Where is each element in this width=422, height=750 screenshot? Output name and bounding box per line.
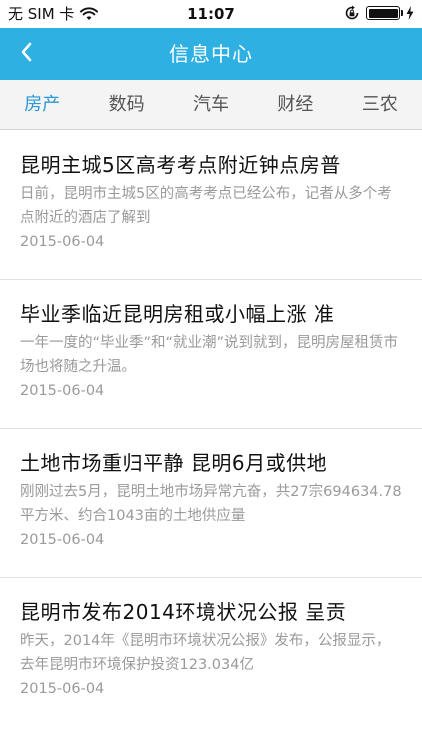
news-date: 2015-06-04 xyxy=(20,234,105,250)
news-summary: 日前，昆明市主城5区的高考考点已经公布，记者从多个考点附近的酒店了解到 xyxy=(20,186,392,226)
tab-real-estate[interactable]: 房产 xyxy=(0,80,84,129)
status-right xyxy=(344,5,414,21)
news-title: 土地市场重归平静 昆明6月或供地 xyxy=(20,451,328,475)
news-title: 昆明市发布2014环境状况公报 呈贡 xyxy=(20,600,347,624)
tab-auto[interactable]: 汽车 xyxy=(169,80,253,129)
list-item[interactable]: 毕业季临近昆明房租或小幅上涨 准 一年一度的“毕业季”和“就业潮”说到就到，昆明… xyxy=(0,279,422,428)
tab-agriculture[interactable]: 三农 xyxy=(338,80,422,129)
category-tabs: 房产 数码 汽车 财经 三农 xyxy=(0,80,422,130)
news-date: 2015-06-04 xyxy=(20,532,105,548)
status-bar: 无 SIM 卡 11:07 xyxy=(0,0,422,28)
news-title: 昆明主城5区高考考点附近钟点房普 xyxy=(20,153,341,177)
news-summary: 昨天，2014年《昆明市环境状况公报》发布，公报显示，去年昆明市环境保护投资12… xyxy=(20,633,391,673)
news-summary: 刚刚过去5月，昆明土地市场异常亢奋，共27宗694634.78平方米、约合104… xyxy=(20,484,402,524)
list-item[interactable]: 昆明主城5区高考考点附近钟点房普 日前，昆明市主城5区的高考考点已经公布，记者从… xyxy=(0,130,422,279)
battery-icon xyxy=(366,6,403,20)
news-list: 昆明主城5区高考考点附近钟点房普 日前，昆明市主城5区的高考考点已经公布，记者从… xyxy=(0,130,422,726)
news-summary: 一年一度的“毕业季”和“就业潮”说到就到，昆明房屋租赁市场也将随之升温。 xyxy=(20,335,399,375)
news-title: 毕业季临近昆明房租或小幅上涨 准 xyxy=(20,302,335,326)
list-item[interactable]: 土地市场重归平静 昆明6月或供地 刚刚过去5月，昆明土地市场异常亢奋，共27宗6… xyxy=(0,428,422,577)
news-date: 2015-06-04 xyxy=(20,681,105,697)
page-title: 信息中心 xyxy=(169,42,253,66)
battery-fill xyxy=(368,8,398,18)
rotation-lock-icon xyxy=(344,5,360,21)
list-item[interactable]: 昆明市发布2014环境状况公报 呈贡 昨天，2014年《昆明市环境状况公报》发布… xyxy=(0,577,422,726)
news-date: 2015-06-04 xyxy=(20,383,105,399)
tab-finance[interactable]: 财经 xyxy=(253,80,337,129)
tab-digital[interactable]: 数码 xyxy=(84,80,168,129)
charging-icon xyxy=(406,6,414,20)
nav-bar: 信息中心 xyxy=(0,28,422,80)
